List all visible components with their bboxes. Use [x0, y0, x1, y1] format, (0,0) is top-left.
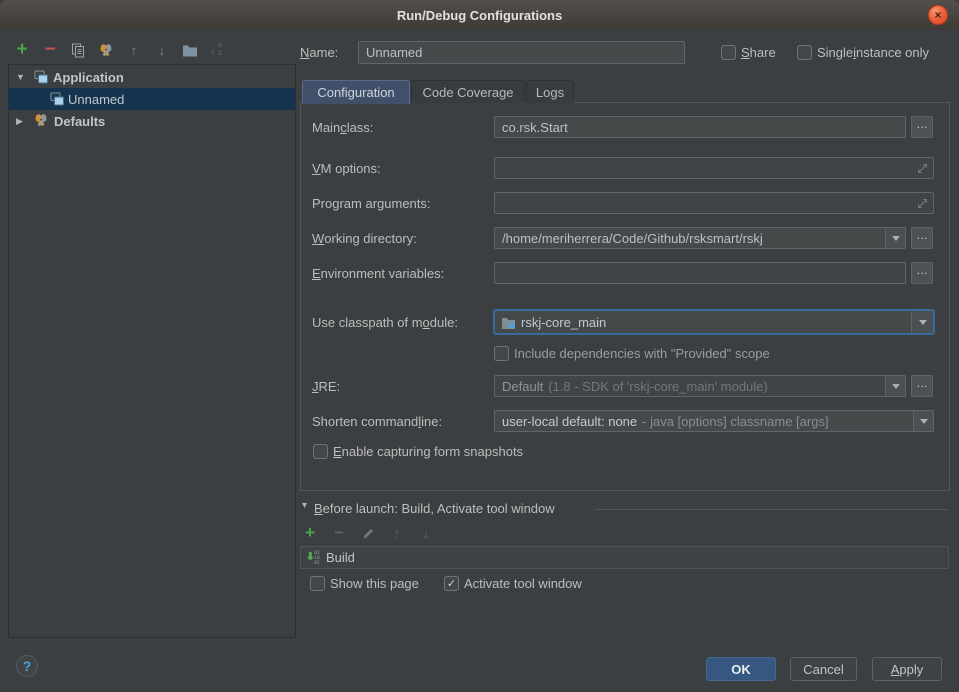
name-label: Name:: [300, 41, 338, 63]
single-instance-checkbox[interactable]: [797, 45, 812, 60]
tree-item-application[interactable]: Application: [53, 66, 124, 88]
svg-text:01: 01: [314, 560, 320, 566]
shorten-command-line-label: Shorten command line:: [312, 410, 442, 432]
jre-field[interactable]: Default (1.8 - SDK of 'rskj-core_main' m…: [494, 375, 906, 397]
use-classpath-label: Use classpath of module:: [312, 311, 458, 333]
window-close-button[interactable]: ×: [928, 5, 948, 25]
task-list-item-build[interactable]: Build: [326, 550, 355, 565]
new-folder-icon[interactable]: [182, 41, 198, 59]
ok-button[interactable]: OK: [706, 657, 776, 681]
edit-defaults-icon[interactable]: [98, 41, 114, 59]
sort-alphabetically-icon[interactable]: ↓ a z: [210, 41, 226, 59]
include-dependencies-checkbox[interactable]: [494, 346, 509, 361]
tab-configuration[interactable]: Configuration: [302, 80, 410, 104]
before-launch-divider: [594, 509, 948, 510]
chevron-down-icon: [920, 419, 928, 424]
single-instance-label[interactable]: Single instance only: [817, 41, 929, 63]
before-launch-toolbar: + − ↑ ↓: [302, 524, 434, 542]
program-arguments-label: Program arguments:: [312, 192, 431, 214]
vm-options-label: VM options:: [312, 157, 381, 179]
application-type-icon: [50, 92, 65, 110]
use-classpath-dropdown-button[interactable]: [911, 311, 933, 333]
chevron-down-icon: [919, 320, 927, 325]
include-dependencies-label[interactable]: Include dependencies with "Provided" sco…: [514, 342, 770, 364]
program-arguments-input[interactable]: [494, 192, 934, 214]
build-icon: 01 10 01: [306, 549, 322, 566]
move-down-icon[interactable]: ↓: [154, 41, 170, 59]
close-icon: ×: [934, 8, 941, 22]
tree-collapse-arrow-icon[interactable]: ▶: [16, 110, 23, 132]
share-checkbox[interactable]: [721, 45, 736, 60]
enable-capturing-label[interactable]: Enable capturing form snapshots: [333, 440, 523, 462]
tree-item-defaults[interactable]: Defaults: [54, 110, 105, 132]
before-launch-task-list: 01 10 01 Build: [300, 546, 949, 569]
window-title: Run/Debug Configurations: [397, 8, 562, 23]
before-launch-collapse-icon[interactable]: ▾: [302, 500, 307, 511]
show-this-page-checkbox[interactable]: [310, 576, 325, 591]
main-class-browse-button[interactable]: ...: [911, 116, 933, 138]
window-titlebar[interactable]: Run/Debug Configurations ×: [0, 0, 959, 30]
show-this-page-label[interactable]: Show this page: [330, 572, 419, 594]
chevron-down-icon: [892, 236, 900, 241]
environment-variables-label: Environment variables:: [312, 262, 444, 284]
module-icon: [501, 316, 516, 329]
expand-field-icon[interactable]: [917, 197, 928, 208]
main-class-label: Main class:: [312, 116, 373, 138]
move-task-up-icon[interactable]: ↑: [389, 524, 405, 542]
edit-task-icon[interactable]: [360, 524, 376, 542]
working-directory-field[interactable]: /home/meriherrera/Code/Github/rsksmart/r…: [494, 227, 906, 249]
configurations-tree-panel: [8, 64, 296, 638]
move-up-icon[interactable]: ↑: [126, 41, 142, 59]
use-classpath-value: rskj-core_main: [521, 315, 606, 330]
add-task-icon[interactable]: +: [302, 524, 318, 542]
activate-tool-window-label[interactable]: Activate tool window: [464, 572, 582, 594]
tree-expand-arrow-icon[interactable]: ▼: [16, 66, 25, 88]
jre-dropdown-button[interactable]: [885, 376, 905, 396]
share-label[interactable]: Share: [741, 41, 776, 63]
move-task-down-icon[interactable]: ↓: [418, 524, 434, 542]
check-icon: ✓: [447, 577, 456, 590]
environment-variables-browse-button[interactable]: ...: [911, 262, 933, 284]
vm-options-input[interactable]: [494, 157, 934, 179]
sort-arrow-icon: ↓: [210, 42, 216, 56]
remove-configuration-icon[interactable]: −: [42, 41, 58, 59]
tree-item-unnamed[interactable]: Unnamed: [68, 88, 124, 110]
shorten-command-line-dropdown-button[interactable]: [913, 411, 933, 431]
use-classpath-combo[interactable]: rskj-core_main: [493, 309, 935, 335]
before-launch-header[interactable]: Before launch: Build, Activate tool wind…: [314, 497, 555, 519]
configurations-toolbar: + − ↑ ↓ ↓ a z: [14, 39, 226, 61]
name-input[interactable]: [358, 41, 685, 64]
chevron-down-icon: [892, 384, 900, 389]
enable-capturing-checkbox[interactable]: [313, 444, 328, 459]
activate-tool-window-checkbox[interactable]: ✓: [444, 576, 459, 591]
jre-label: JRE:: [312, 375, 340, 397]
remove-task-icon[interactable]: −: [331, 524, 347, 542]
working-directory-label: Working directory:: [312, 227, 417, 249]
jre-browse-button[interactable]: ...: [911, 375, 933, 397]
cancel-button[interactable]: Cancel: [790, 657, 857, 681]
run-debug-configurations-dialog: Run/Debug Configurations × + − ↑ ↓ ↓ a z…: [0, 0, 959, 692]
tab-logs[interactable]: Logs: [526, 80, 574, 103]
defaults-wrench-icon: [33, 112, 49, 131]
expand-field-icon[interactable]: [917, 162, 928, 173]
application-type-icon: [34, 70, 49, 88]
add-configuration-icon[interactable]: +: [14, 41, 30, 59]
main-class-input[interactable]: [494, 116, 906, 138]
shorten-command-line-field[interactable]: user-local default: none - java [options…: [494, 410, 934, 432]
environment-variables-input[interactable]: [494, 262, 906, 284]
apply-button[interactable]: Apply: [872, 657, 942, 681]
help-button[interactable]: ?: [16, 655, 38, 677]
question-mark-icon: ?: [23, 658, 32, 674]
working-directory-dropdown-button[interactable]: [885, 228, 905, 248]
copy-configuration-icon[interactable]: [70, 41, 86, 59]
tab-code-coverage[interactable]: Code Coverage: [411, 80, 525, 103]
working-directory-browse-button[interactable]: ...: [911, 227, 933, 249]
